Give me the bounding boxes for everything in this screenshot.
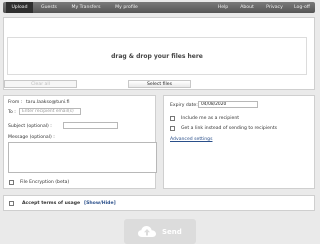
message-label: Message (optional) :	[8, 135, 55, 140]
expiry-label: Expiry date:	[170, 103, 198, 108]
terms-panel: Accept terms of usage [Show/Hide]	[3, 195, 315, 211]
drop-zone[interactable]: drag & drop your files here	[7, 37, 307, 75]
nav-logoff[interactable]: Log-off	[290, 2, 314, 13]
nav-help[interactable]: Help	[213, 2, 233, 13]
clear-all-button[interactable]: Clear all	[4, 80, 77, 88]
options-panel: Expiry date: 04/08/2020 Include me as a …	[163, 95, 315, 189]
nav-upload[interactable]: Upload	[6, 2, 33, 13]
include-me-label: Include me as a recipient	[181, 116, 240, 121]
nav-my-transfers[interactable]: My Transfers	[66, 2, 106, 13]
subject-label: Subject (optional) :	[8, 124, 52, 129]
subject-input[interactable]	[63, 122, 118, 129]
nav-my-profile[interactable]: My profile	[110, 2, 143, 13]
top-nav: Upload Guests My Transfers My profile He…	[3, 2, 315, 13]
from-value: taru.laakso@tuni.fi	[26, 100, 70, 105]
advanced-settings-link[interactable]: Advanced settings	[170, 137, 212, 142]
get-link-checkbox[interactable]	[170, 126, 175, 131]
select-files-button[interactable]: Select files	[128, 80, 191, 88]
get-link-label: Get a link instead of sending to recipie…	[181, 126, 278, 131]
message-panel: From : taru.laakso@tuni.fi To : Enter re…	[3, 95, 157, 189]
upload-panel: drag & drop your files here Clear all Se…	[3, 17, 315, 90]
include-me-checkbox[interactable]	[170, 116, 175, 121]
show-hide-terms-link[interactable]: [Show/Hide]	[84, 201, 116, 206]
send-label: Send	[162, 228, 182, 236]
send-button[interactable]: Send	[124, 219, 196, 244]
message-textarea[interactable]	[8, 142, 157, 173]
nav-about[interactable]: About	[235, 2, 259, 13]
from-label: From :	[8, 100, 23, 105]
expiry-date-input[interactable]: 04/08/2020	[198, 101, 258, 108]
to-input[interactable]: Enter recipient email(s)	[19, 108, 81, 115]
file-encryption-label: File Encryption (beta)	[20, 180, 70, 185]
accept-terms-checkbox[interactable]	[9, 201, 14, 206]
to-label: To :	[8, 110, 16, 115]
nav-privacy[interactable]: Privacy	[262, 2, 287, 13]
nav-guests[interactable]: Guests	[35, 2, 63, 13]
file-encryption-checkbox[interactable]	[9, 180, 14, 185]
cloud-upload-icon	[138, 226, 156, 237]
accept-terms-label: Accept terms of usage	[22, 201, 81, 206]
